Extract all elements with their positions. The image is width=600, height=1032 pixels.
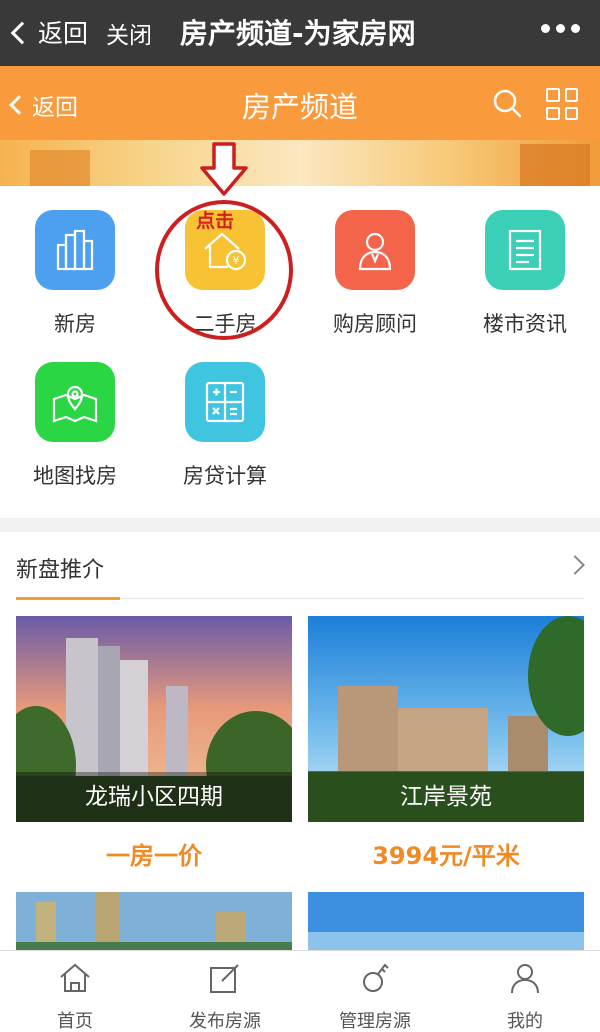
click-annotation-text: 点击 [196,210,235,232]
grid-menu-icon[interactable] [546,88,578,120]
category-purchase-advisor[interactable]: 购房顾问 [300,210,450,338]
chevron-right-icon[interactable] [565,555,585,575]
tab-label: 管理房源 [339,1011,411,1032]
tab-home[interactable]: 首页 [0,961,150,1032]
key-icon [363,963,389,992]
wechat-title-bar: 返回 关闭 房产频道-为家房网 [0,0,600,66]
category-grid: 新房 ¥ 二手房 购房顾问 楼市资讯 地图找房 房贷计算 [0,186,600,518]
chevron-left-icon [10,21,34,45]
category-label: 楼市资讯 [483,312,567,336]
tab-post-listing[interactable]: 发布房源 [150,961,300,1032]
category-market-news[interactable]: 楼市资讯 [450,210,600,338]
wechat-page-title: 房产频道-为家房网 [180,17,416,50]
wechat-back-label: 返回 [38,19,89,48]
category-map-search[interactable]: 地图找房 [0,362,150,490]
wechat-close-button[interactable]: 关闭 [106,16,152,50]
listing-card[interactable]: 龙瑞小区四期 [16,616,292,822]
user-icon [511,964,539,994]
category-label: 购房顾问 [333,312,417,336]
category-new-house[interactable]: 新房 [0,210,150,338]
category-label: 新房 [54,312,96,336]
tab-label: 发布房源 [189,1011,261,1032]
listing-name: 龙瑞小区四期 [16,772,292,822]
listing-price: 一房一价 [106,842,202,870]
more-options-icon[interactable] [541,24,580,33]
banner-image[interactable] [0,140,600,186]
listing-name: 江岸景苑 [308,772,584,822]
advisor-icon [335,210,415,290]
category-label: 房贷计算 [183,464,267,488]
listing-card[interactable]: 江岸景苑 [308,616,584,822]
edit-icon [210,964,239,993]
section-title: 新盘推介 [16,558,105,583]
new-listings-section: 新盘推介 龙瑞小区四期 一房一价 江岸景苑 3994元/平米 [0,532,600,972]
down-arrow-annotation-icon [200,142,248,196]
search-icon[interactable] [492,88,522,118]
category-label: 地图找房 [33,464,117,488]
buildings-icon [35,210,115,290]
listing-price: 3994元/平米 [372,842,520,870]
page-header: 返回 房产频道 [0,66,600,140]
news-document-icon [485,210,565,290]
tab-label: 首页 [57,1011,93,1032]
category-loan-calculator[interactable]: 房贷计算 [150,362,300,490]
wechat-back-button[interactable]: 返回 [10,14,89,50]
tab-label: 我的 [507,1011,543,1032]
home-icon [60,963,90,992]
map-pin-icon [35,362,115,442]
calculator-icon [185,362,265,442]
tab-my-profile[interactable]: 我的 [450,961,600,1032]
tab-manage-listings[interactable]: 管理房源 [300,961,450,1032]
bottom-tab-bar: 首页 发布房源 管理房源 我的 [0,950,600,1032]
